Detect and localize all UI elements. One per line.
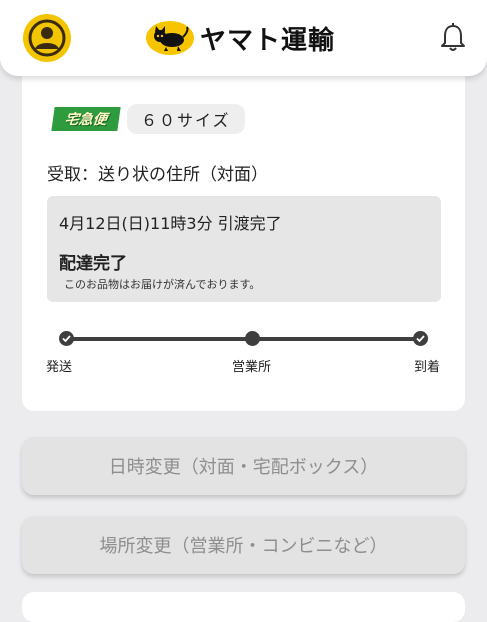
progress-tracker [59,330,428,350]
next-card [22,592,465,622]
status-box: 4月12日(日)11時3分 引渡完了 配達完了 このお品物はお届けが済んでおりま… [47,196,441,302]
step-label-office: 営業所 [232,360,272,375]
check-icon [59,331,74,346]
progress-dot [245,331,260,346]
bell-icon[interactable] [437,22,469,54]
black-cat-logo-icon [146,21,194,55]
status-datetime: 4月12日(日)11時3分 引渡完了 [59,214,282,233]
step-label-arrived: 到着 [414,360,441,375]
service-row: 宅急便 ６０サイズ [51,104,245,134]
step-label-shipped: 発送 [46,360,73,375]
check-icon [413,331,428,346]
status-note: このお品物はお届けが済んでおります。 [64,278,261,291]
size-pill: ６０サイズ [127,104,245,134]
receive-method: 受取：送り状の住所（対面） [47,165,268,185]
service-badge: 宅急便 [51,107,121,131]
brand-name: ヤマト運輸 [200,25,336,56]
brand: ヤマト運輸 [146,18,335,58]
app-header: ヤマト運輸 [0,0,487,76]
tracking-card: 宅急便 ６０サイズ 受取：送り状の住所（対面） 4月12日(日)11時3分 引渡… [22,60,465,411]
status-title: 配達完了 [59,254,127,274]
change-date-button[interactable]: 日時変更（対面・宅配ボックス） [22,437,465,495]
user-avatar-icon[interactable] [23,14,71,62]
service-badge-label: 宅急便 [63,112,108,128]
progress-line [65,337,422,341]
change-place-button[interactable]: 場所変更（営業所・コンビニなど） [22,516,465,574]
